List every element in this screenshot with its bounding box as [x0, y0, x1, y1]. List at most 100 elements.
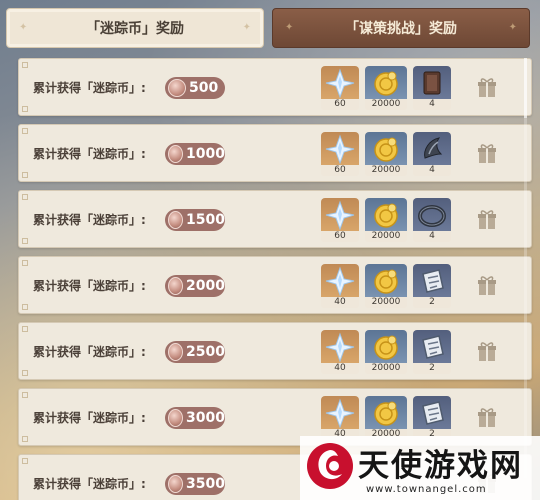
reward-item-art [321, 132, 359, 166]
track-coin-icon [168, 145, 184, 163]
reward-item[interactable]: 40 [321, 330, 359, 374]
reward-item-quantity: 2 [413, 363, 451, 374]
scrollbar-track[interactable] [524, 58, 527, 478]
reward-row-label: 累计获得「迷踪币」: [33, 477, 146, 491]
reward-item[interactable]: 20000 [365, 264, 407, 308]
threshold-value: 2500 [186, 344, 225, 360]
reward-item[interactable]: 40 [321, 264, 359, 308]
mora-icon [374, 203, 398, 228]
threshold-badge: 1500 [165, 209, 225, 231]
primogem-icon [325, 200, 355, 231]
mystic-ore-icon [422, 401, 444, 425]
reward-item-art [365, 264, 407, 298]
sparkle-icon: ✦ [508, 22, 517, 33]
reward-item-art [365, 198, 407, 232]
reward-item[interactable]: 2 [413, 396, 451, 440]
reward-row: 累计获得「迷踪币」: 500 60 20000 4 [18, 58, 532, 116]
reward-row-label: 累计获得「迷踪币」: [33, 411, 146, 425]
reward-item-art [413, 330, 451, 364]
tab-challenge-rewards[interactable]: ✦ 「谋策挑战」奖励 ✦ [272, 8, 530, 48]
threshold-badge: 500 [165, 77, 225, 99]
reward-item-quantity: 60 [321, 99, 359, 110]
sparkle-icon: ✦ [242, 22, 251, 33]
reward-item[interactable]: 2 [413, 264, 451, 308]
sparkle-icon: ✦ [285, 22, 294, 33]
threshold-badge: 3500 [165, 473, 225, 495]
reward-item[interactable]: 40 [321, 396, 359, 440]
reward-item-art [321, 66, 359, 100]
reward-list: 累计获得「迷踪币」: 500 60 20000 4 累计获得「迷踪币」: 1000 60 200… [18, 58, 532, 500]
tab-coin-rewards[interactable]: ✦ 「迷踪币」奖励 ✦ [6, 8, 264, 48]
gift-box-icon[interactable] [477, 275, 497, 297]
mora-icon [374, 71, 398, 96]
threshold-value: 3000 [186, 410, 225, 426]
reward-item-quantity: 60 [321, 165, 359, 176]
reward-item-art [365, 132, 407, 166]
gift-box-icon[interactable] [477, 407, 497, 429]
corner-ornament [22, 370, 28, 376]
gift-box-icon[interactable] [477, 143, 497, 165]
reward-item-art [321, 198, 359, 232]
reward-row-label: 累计获得「迷踪币」: [33, 81, 146, 95]
reward-item[interactable]: 20000 [365, 132, 407, 176]
track-coin-icon [168, 211, 184, 229]
scrollbar-thumb[interactable] [524, 58, 527, 118]
reward-row-label: 累计获得「迷踪币」: [33, 213, 146, 227]
mystic-ore-icon [422, 335, 444, 359]
threshold-value: 500 [189, 80, 219, 96]
reward-item-quantity: 20000 [365, 297, 407, 308]
reward-row: 累计获得「迷踪币」: 2500 40 20000 2 [18, 322, 532, 380]
track-coin-icon [168, 475, 184, 493]
track-coin-icon [168, 79, 186, 97]
primogem-icon [325, 134, 355, 165]
reward-row: 累计获得「迷踪币」: 1500 60 20000 4 [18, 190, 532, 248]
threshold-value: 3500 [186, 476, 225, 492]
gift-box-icon[interactable] [477, 341, 497, 363]
reward-item-quantity: 40 [321, 363, 359, 374]
reward-item[interactable]: 60 [321, 66, 359, 110]
reward-item-art [321, 330, 359, 364]
reward-row: 累计获得「迷踪币」: 1000 60 20000 4 [18, 124, 532, 182]
gift-box-icon[interactable] [477, 77, 497, 99]
corner-ornament [22, 194, 28, 200]
reward-item-quantity: 40 [321, 297, 359, 308]
reward-item[interactable]: 2 [413, 330, 451, 374]
reward-item-art [365, 330, 407, 364]
reward-row: 累计获得「迷踪币」: 2000 40 20000 2 [18, 256, 532, 314]
reward-item[interactable]: 4 [413, 198, 451, 242]
reward-item-quantity: 20000 [365, 165, 407, 176]
reward-item[interactable]: 60 [321, 132, 359, 176]
reward-item[interactable]: 20000 [365, 66, 407, 110]
track-coin-icon [168, 277, 184, 295]
reward-item-quantity: 20000 [365, 231, 407, 242]
reward-item[interactable]: 4 [413, 132, 451, 176]
reward-item-quantity: 20000 [365, 99, 407, 110]
corner-ornament [22, 128, 28, 134]
threshold-value: 2000 [186, 278, 225, 294]
site-logo-icon [307, 443, 353, 489]
corner-ornament [22, 238, 28, 244]
watermark-url: www.townangel.com [366, 484, 487, 495]
sparkle-icon: ✦ [19, 22, 28, 33]
track-coin-icon [168, 343, 184, 361]
tab-label: 「谋策挑战」奖励 [345, 21, 457, 37]
reward-item[interactable]: 60 [321, 198, 359, 242]
watermark: 天使游戏网 www.townangel.com [300, 436, 540, 500]
threshold-value: 1500 [186, 212, 225, 228]
reward-item[interactable]: 20000 [365, 396, 407, 440]
reward-item-art [321, 396, 359, 430]
reward-item-quantity: 20000 [365, 363, 407, 374]
corner-ornament [22, 326, 28, 332]
reward-item-quantity: 60 [321, 231, 359, 242]
corner-ornament [22, 304, 28, 310]
corner-ornament [22, 172, 28, 178]
reward-item[interactable]: 4 [413, 66, 451, 110]
reward-item[interactable]: 20000 [365, 330, 407, 374]
gift-box-icon[interactable] [477, 209, 497, 231]
reward-item-art [413, 132, 451, 166]
talent-book-icon [423, 71, 441, 95]
primogem-icon [325, 68, 355, 99]
threshold-badge: 2000 [165, 275, 225, 297]
track-coin-icon [168, 409, 184, 427]
reward-item[interactable]: 20000 [365, 198, 407, 242]
